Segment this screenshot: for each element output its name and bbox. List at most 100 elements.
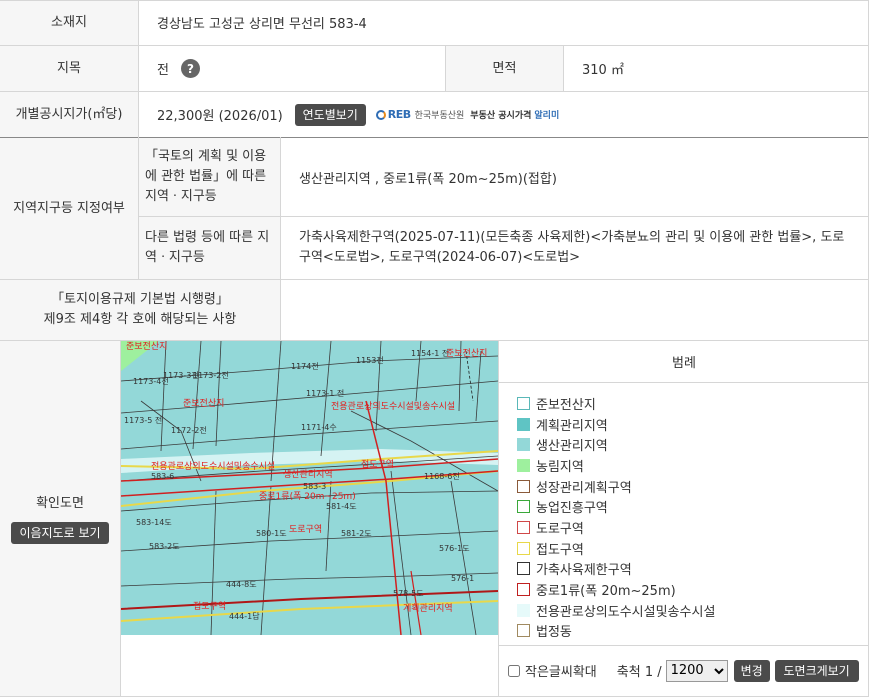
legend-item: 계획관리지역: [517, 414, 867, 435]
change-scale-button[interactable]: 변경: [733, 659, 770, 682]
svg-text:1172-2전: 1172-2전: [171, 425, 207, 435]
svg-text:576-1: 576-1: [451, 574, 474, 583]
legend-swatch: [517, 541, 530, 555]
legend-swatch: [517, 417, 530, 431]
svg-text:1174전: 1174전: [291, 361, 319, 371]
grid-line: [0, 0, 869, 1]
grid-line: [499, 382, 869, 383]
svg-text:1173-1 전: 1173-1 전: [306, 388, 344, 398]
svg-text:1154-1 전: 1154-1 전: [411, 348, 449, 358]
legend-item: 농업진흥구역: [517, 496, 867, 517]
reb-logo-org: 한국부동산원: [414, 111, 465, 121]
regulation-label-line1: 「토지이용규제 기본법 시행령」: [51, 292, 229, 307]
grid-line: [0, 91, 869, 92]
yearly-view-button[interactable]: 연도별보기: [294, 103, 366, 126]
svg-text:1168-6전: 1168-6전: [424, 471, 460, 481]
legend-label: 접도구역: [536, 542, 584, 558]
zoning-law1-label: 「국토의 계획 및 이용에 관한 법률」에 따른 지역ㆍ지구등: [139, 138, 280, 216]
regulation-value: [281, 280, 869, 340]
legend-swatch: [517, 438, 530, 452]
legend-swatch: [517, 458, 530, 472]
svg-text:준보전산지: 준보전산지: [183, 398, 224, 409]
svg-text:중로1류(폭 20m~25m): 중로1류(폭 20m~25m): [259, 491, 356, 502]
jimok-value-cell: 전 ?: [139, 46, 445, 91]
legend-item: 법정동: [517, 621, 867, 642]
jimok-value: 전: [157, 63, 169, 78]
grid-line: [0, 137, 869, 138]
legend-label: 농업진흥구역: [536, 501, 608, 517]
zoning-law2-line2: 구역<도로법>, 도로구역(2024-06-07)<도로법>: [299, 250, 581, 265]
zoom-text-checkbox[interactable]: [508, 664, 520, 677]
scale-label: 축척 1 /: [616, 665, 662, 680]
svg-text:접도구역: 접도구역: [193, 600, 226, 612]
legend-label: 생산관리지역: [536, 439, 608, 455]
reb-logo[interactable]: REB 한국부동산원 부동산 공시가격 알리미: [375, 108, 559, 121]
help-icon[interactable]: ?: [180, 59, 200, 78]
svg-text:1153전: 1153전: [356, 355, 384, 365]
map-label-cell: 확인도면 이음지도로 보기: [0, 341, 120, 697]
address-label: 소재지: [0, 0, 138, 45]
reb-logo-service: 부동산 공시가격: [470, 111, 532, 121]
legend-swatch: [517, 624, 530, 638]
grid-line: [280, 137, 281, 341]
reb-logo-icon: [375, 109, 386, 120]
svg-text:준보전산지: 준보전산지: [446, 348, 487, 359]
price-label: 개별공시지가(㎡당): [0, 92, 138, 137]
grid-line: [0, 45, 869, 46]
map-controls: 작은글씨확대 축척 1 / 1200 변경 도면크게보기: [499, 646, 869, 695]
legend-item: 농림지역: [517, 455, 867, 476]
grid-line: [0, 279, 869, 280]
scale-select[interactable]: 1200: [665, 659, 728, 682]
svg-text:1171-4수: 1171-4수: [301, 423, 337, 432]
legend-item: 성장관리계획구역: [517, 476, 867, 497]
svg-text:1173-5 전: 1173-5 전: [124, 415, 162, 425]
regulation-label: 「토지이용규제 기본법 시행령」 제9조 제4항 각 호에 해당되는 사항: [0, 280, 280, 340]
zoning-law2-line1: 가축사육제한구역(2025-07-11)(모든축종 사육제한)<가축분뇨의 관리…: [299, 230, 845, 245]
legend-label: 중로1류(폭 20m~25m): [536, 584, 676, 600]
legend-item: 준보전산지: [517, 393, 867, 414]
price-value-cell: 22,300원 (2026/01) 연도별보기 REB 한국부동산원 부동산 공…: [139, 92, 869, 137]
svg-text:계획관리지역: 계획관리지역: [403, 602, 453, 614]
legend-item: 가축사육제한구역: [517, 559, 867, 580]
legend-swatch: [517, 500, 530, 514]
svg-text:581-2도: 581-2도: [341, 529, 372, 538]
price-value: 22,300원 (2026/01): [157, 109, 283, 124]
grid-line: [445, 45, 446, 91]
grid-line: [120, 340, 121, 697]
svg-text:580-1도: 580-1도: [256, 529, 287, 538]
legend-label: 성장관리계획구역: [536, 480, 632, 496]
legend-item: 생산관리지역: [517, 434, 867, 455]
svg-text:접도구역: 접도구역: [361, 458, 394, 470]
svg-text:576-1도: 576-1도: [439, 544, 470, 553]
svg-text:444-8도: 444-8도: [226, 580, 257, 589]
svg-text:준보전산지: 준보전산지: [126, 341, 167, 352]
zoning-law1-value: 생산관리지역 , 중로1류(폭 20m~25m)(접합): [299, 171, 557, 187]
grid-line: [499, 645, 869, 646]
grid-line: [138, 0, 139, 280]
enlarge-map-button[interactable]: 도면크게보기: [774, 659, 859, 682]
grid-line: [139, 216, 869, 217]
area-value: 310 ㎡: [582, 63, 624, 78]
legend-label: 법정동: [536, 625, 572, 641]
grid-line: [0, 340, 869, 341]
svg-text:583-2도: 583-2도: [149, 542, 180, 551]
map-view[interactable]: 1173-4전 1174전 1153전 1154-1 전 1173-3전 117…: [121, 341, 498, 635]
eum-map-button[interactable]: 이음지도로 보기: [11, 522, 109, 544]
svg-text:전용관로상의도수시설및송수시설: 전용관로상의도수시설및송수시설: [331, 400, 455, 412]
grid-line: [498, 340, 499, 697]
legend-swatch: [517, 603, 530, 617]
legend-list: 준보전산지 계획관리지역 생산관리지역 농림지역 성장관리계획구역 농업진흥구역 도로구역 접…: [517, 393, 867, 641]
zoning-law2-label: 다른 법령 등에 따른 지역ㆍ지구등: [139, 217, 280, 279]
legend-label: 농림지역: [536, 459, 584, 475]
map-label: 확인도면: [36, 496, 84, 511]
svg-text:전용관로상의도수시설및송수시설: 전용관로상의도수시설및송수시설: [151, 460, 275, 472]
svg-text:1173-2전: 1173-2전: [193, 370, 229, 380]
grid-line: [563, 45, 564, 91]
area-label: 면적: [446, 46, 563, 91]
legend-swatch: [517, 562, 530, 576]
svg-text:생산관리지역: 생산관리지역: [283, 469, 333, 480]
legend-label: 가축사육제한구역: [536, 563, 632, 579]
legend-swatch: [517, 396, 530, 410]
zoom-text-label: 작은글씨확대: [525, 665, 597, 680]
legend-item: 전용관로상의도수시설및송수시설: [517, 600, 867, 621]
